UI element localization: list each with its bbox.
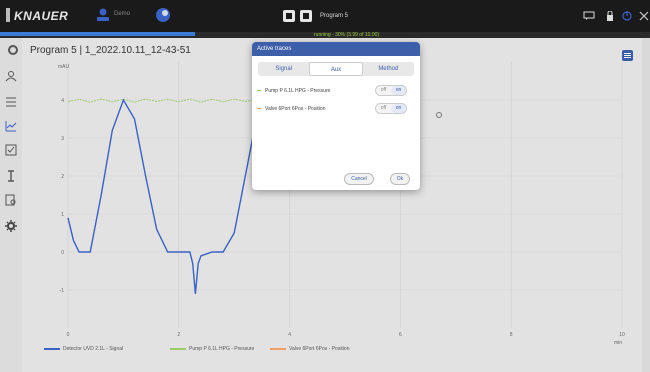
legend-item[interactable]: Pump P 6.1L HPG - Pressure [170, 346, 254, 352]
y-tick-label: 0 [61, 250, 64, 256]
legend-swatch [44, 347, 60, 350]
dialog-title: Active traces [252, 42, 420, 56]
trace-row: Pump P 6.1L HPG - Pressure off on [257, 84, 415, 98]
tab-method[interactable]: Method [363, 62, 414, 76]
y-tick-label: 4 [61, 98, 64, 104]
trace-toggle-pressure[interactable]: off on [375, 85, 407, 96]
legend-label: Pump P 6.1L HPG - Pressure [189, 346, 255, 352]
legend-item[interactable]: Valve 6Port 6Pos - Position [270, 346, 350, 352]
y-tick-label: -1 [60, 288, 65, 294]
trace-label: Valve 6Port 6Pos - Position [265, 106, 326, 112]
y-tick-label: 3 [61, 136, 64, 142]
legend-label: Detector UVD 2.1L - Signal [63, 346, 124, 352]
x-tick-label: 8 [510, 332, 513, 338]
toggle-on[interactable]: on [391, 86, 406, 95]
legend-swatch [170, 347, 186, 350]
toggle-off[interactable]: off [376, 86, 391, 95]
series-line-signal [67, 97, 277, 294]
x-tick-label: 4 [288, 332, 291, 338]
y-tick-label: 2 [61, 174, 64, 180]
dialog-tabs: Signal Aux Method [258, 62, 414, 76]
tab-signal[interactable]: Signal [258, 62, 309, 76]
x-tick-label: 10 [619, 332, 625, 338]
y-axis-label: mAU [58, 64, 70, 70]
x-tick-label: 6 [399, 332, 402, 338]
series-line-pressure [67, 98, 268, 103]
x-axis-label: min [614, 340, 622, 346]
x-tick-label: 0 [67, 332, 70, 338]
legend-label: Valve 6Port 6Pos - Position [289, 346, 350, 352]
toggle-off[interactable]: off [376, 104, 391, 113]
trace-label: Pump P 6.1L HPG - Pressure [265, 88, 331, 94]
trace-color-swatch [257, 108, 261, 109]
mouse-cursor [436, 112, 442, 118]
cancel-button[interactable]: Cancel [344, 173, 374, 185]
x-tick-label: 2 [177, 332, 180, 338]
trace-toggle-position[interactable]: off on [375, 103, 407, 114]
legend-item[interactable]: Detector UVD 2.1L - Signal [44, 346, 123, 352]
tab-aux[interactable]: Aux [309, 62, 363, 76]
y-tick-label: 1 [61, 212, 64, 218]
active-traces-dialog: Active traces Signal Aux Method Pump P 6… [252, 42, 420, 190]
toggle-on[interactable]: on [391, 104, 406, 113]
trace-row: Valve 6Port 6Pos - Position off on [257, 102, 415, 116]
legend-swatch [270, 347, 286, 350]
ok-button[interactable]: Ok [390, 173, 410, 185]
trace-color-swatch [257, 90, 261, 91]
